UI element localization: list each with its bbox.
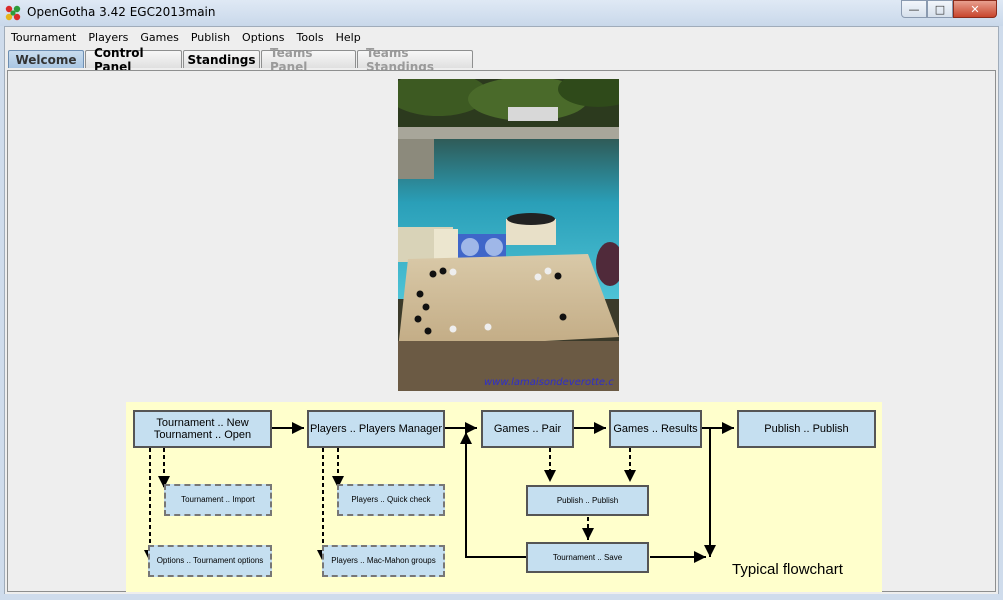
tab-welcome[interactable]: Welcome xyxy=(8,50,84,68)
window-bottom-border xyxy=(0,594,1003,600)
node-games-results: Games .. Results xyxy=(609,410,702,448)
close-button[interactable]: ✕ xyxy=(953,0,997,18)
node-games-pair: Games .. Pair xyxy=(481,410,574,448)
welcome-panel: www.lamaisondeverotte.c Tournament .. Ne… xyxy=(7,70,996,592)
node-players-manager: Players .. Players Manager xyxy=(307,410,445,448)
tab-control-panel[interactable]: Control Panel xyxy=(85,46,182,74)
flowchart-caption: Typical flowchart xyxy=(732,561,843,578)
menu-games[interactable]: Games xyxy=(134,31,184,44)
tab-bar: Welcome Control Panel Standings Teams Pa… xyxy=(8,46,474,74)
node-tournament-save: Tournament .. Save xyxy=(526,542,649,573)
main-window: Tournament Players Games Publish Options… xyxy=(4,26,999,596)
menu-players[interactable]: Players xyxy=(82,31,134,44)
menu-options[interactable]: Options xyxy=(236,31,290,44)
close-icon: ✕ xyxy=(970,2,980,16)
tab-teams-panel: Teams Panel xyxy=(261,46,356,74)
menu-publish[interactable]: Publish xyxy=(185,31,236,44)
node-tournament-new-open: Tournament .. New Tournament .. Open xyxy=(133,410,272,448)
node-publish-publish-2: Publish .. Publish xyxy=(526,485,649,516)
node-tournament-import: Tournament .. Import xyxy=(164,484,272,516)
minimize-icon: — xyxy=(908,2,920,16)
typical-flowchart: Tournament .. New Tournament .. Open Play… xyxy=(126,402,882,592)
node-players-quick-check: Players .. Quick check xyxy=(337,484,445,516)
menu-tournament[interactable]: Tournament xyxy=(5,31,82,44)
node-options-tournament-options: Options .. Tournament options xyxy=(148,545,272,577)
tab-standings[interactable]: Standings xyxy=(183,50,260,68)
node-players-mac-mahon-groups: Players .. Mac-Mahon groups xyxy=(322,545,445,577)
minimize-button[interactable]: — xyxy=(901,0,927,18)
welcome-photo: www.lamaisondeverotte.c xyxy=(398,79,619,391)
menu-help[interactable]: Help xyxy=(330,31,367,44)
maximize-button[interactable]: □ xyxy=(927,0,953,18)
menu-tools[interactable]: Tools xyxy=(291,31,330,44)
node-publish-publish-1: Publish .. Publish xyxy=(737,410,876,448)
menu-bar: Tournament Players Games Publish Options… xyxy=(5,27,998,47)
photo-watermark: www.lamaisondeverotte.c xyxy=(484,377,614,388)
title-bar: OpenGotha 3.42 EGC2013main — □ ✕ xyxy=(0,0,1003,26)
tab-teams-standings: Teams Standings xyxy=(357,46,473,74)
window-title: OpenGotha 3.42 EGC2013main xyxy=(27,5,216,19)
opengotha-logo-icon xyxy=(5,5,21,21)
maximize-icon: □ xyxy=(934,2,946,16)
